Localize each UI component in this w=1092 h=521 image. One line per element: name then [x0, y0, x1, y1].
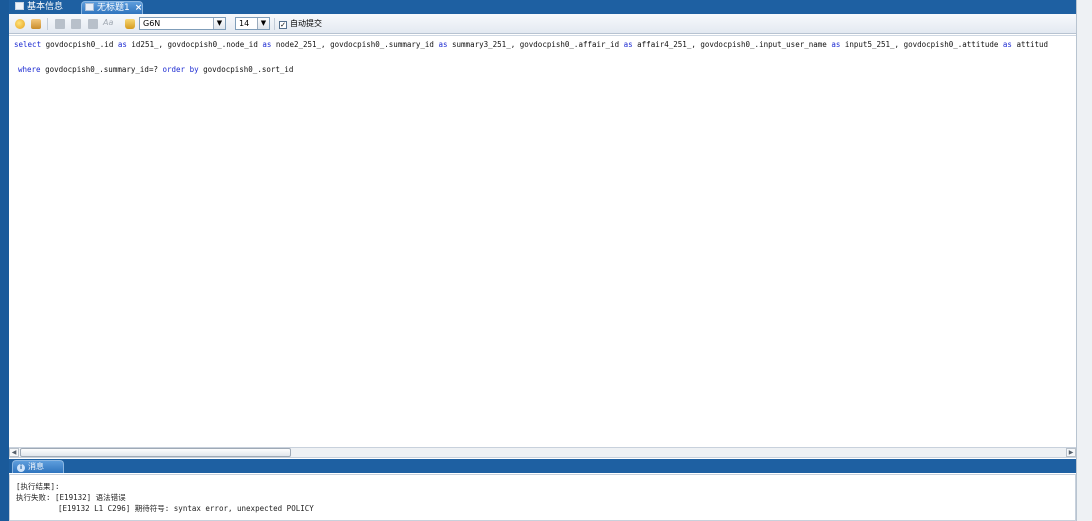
tab-label: 消息 — [28, 462, 44, 471]
sql-line-2[interactable]: where govdocpish0_.summary_id=? order by… — [18, 65, 293, 75]
sql-text: summary3_251_, govdocpish0_.affair_id — [447, 40, 624, 49]
scroll-left-icon[interactable]: ◀ — [9, 448, 19, 457]
sql-text: affair4_251_, govdocpish0_.input_user_na… — [632, 40, 832, 49]
scroll-right-icon[interactable]: ▶ — [1066, 448, 1076, 457]
sql-keyword: as — [1002, 40, 1012, 49]
left-panel-strip — [0, 0, 9, 521]
sql-text: govdocpish0_.id — [41, 40, 118, 49]
scroll-thumb[interactable] — [20, 448, 291, 457]
chevron-down-icon[interactable]: ▼ — [213, 18, 225, 29]
database-select[interactable]: G6N ▼ — [139, 17, 226, 30]
document-icon — [15, 2, 24, 10]
sql-keyword: order by — [162, 65, 199, 74]
database-icon[interactable] — [125, 19, 135, 29]
sql-text: input5_251_, govdocpish0_.attitude — [840, 40, 1003, 49]
rollback-icon[interactable] — [88, 19, 98, 29]
checkbox-icon[interactable]: ✓ — [279, 21, 287, 29]
database-select-value: G6N — [143, 19, 161, 28]
sql-keyword: as — [623, 40, 633, 49]
right-panel-strip[interactable] — [1076, 0, 1092, 521]
sql-text: id251_, govdocpish0_.node_id — [126, 40, 263, 49]
sql-keyword: as — [438, 40, 448, 49]
sql-text: attitud — [1011, 40, 1049, 49]
message-tab-bar: i 消息 — [9, 459, 1076, 473]
sql-text: node2_251_, govdocpish0_.summary_id — [271, 40, 439, 49]
message-line: [执行结果]: — [16, 482, 60, 491]
stop-icon[interactable] — [55, 19, 65, 29]
sql-text: govdocpish0_.sort_id — [198, 65, 294, 74]
font-size-value: 14 — [239, 19, 250, 28]
document-tab-bar: 基本信息 无标题1 × — [9, 0, 1076, 14]
message-line: [E19132 L1 C296] 期待符号: syntax error, une… — [58, 504, 314, 513]
sql-line-1[interactable]: select govdocpish0_.id as id251_, govdoc… — [14, 40, 1048, 50]
sql-keyword: where — [18, 65, 41, 74]
execute-icon[interactable] — [15, 19, 25, 29]
tab-label: 无标题1 — [97, 3, 130, 13]
font-size-select[interactable]: 14 ▼ — [235, 17, 270, 30]
sql-keyword: as — [831, 40, 841, 49]
font-icon[interactable]: Aa — [103, 18, 113, 27]
sql-text: govdocpish0_.summary_id=? — [40, 65, 163, 74]
sql-editor[interactable]: select govdocpish0_.id as id251_, govdoc… — [9, 35, 1076, 447]
sql-keyword: select — [14, 40, 42, 49]
message-output[interactable]: [执行结果]: 执行失败: [E19132] 语法错误 [E19132 L1 C… — [9, 474, 1076, 521]
sql-toolbar: Aa G6N ▼ 14 ▼ ✓ 自动提交 — [9, 14, 1076, 34]
auto-commit-label: 自动提交 — [290, 19, 322, 28]
execute-plan-icon[interactable] — [31, 19, 41, 29]
toolbar-separator — [47, 18, 48, 30]
sql-keyword: as — [117, 40, 127, 49]
chevron-down-icon[interactable]: ▼ — [257, 18, 269, 29]
tab-label: 基本信息 — [27, 2, 64, 12]
info-icon: i — [17, 464, 25, 472]
sql-line-1-text: govdocpish0_.id as id251_, govdocpish0_.… — [41, 40, 1048, 49]
tab-untitled-query[interactable]: 无标题1 × — [81, 1, 143, 14]
tab-basic-info[interactable]: 基本信息 — [12, 1, 74, 14]
commit-icon[interactable] — [71, 19, 81, 29]
close-icon[interactable]: × — [135, 2, 143, 14]
toolbar-separator — [274, 18, 275, 30]
sql-editor-window: 基本信息 无标题1 × Aa G6N ▼ 14 ▼ ✓ 自动提交 select go… — [0, 0, 1092, 521]
query-icon — [85, 3, 94, 11]
horizontal-scrollbar[interactable]: ◀ ▶ — [9, 447, 1076, 458]
auto-commit-checkbox[interactable]: ✓ 自动提交 — [279, 19, 322, 29]
tab-messages[interactable]: i 消息 — [12, 460, 64, 473]
message-line: 执行失败: [E19132] 语法错误 — [16, 493, 126, 502]
